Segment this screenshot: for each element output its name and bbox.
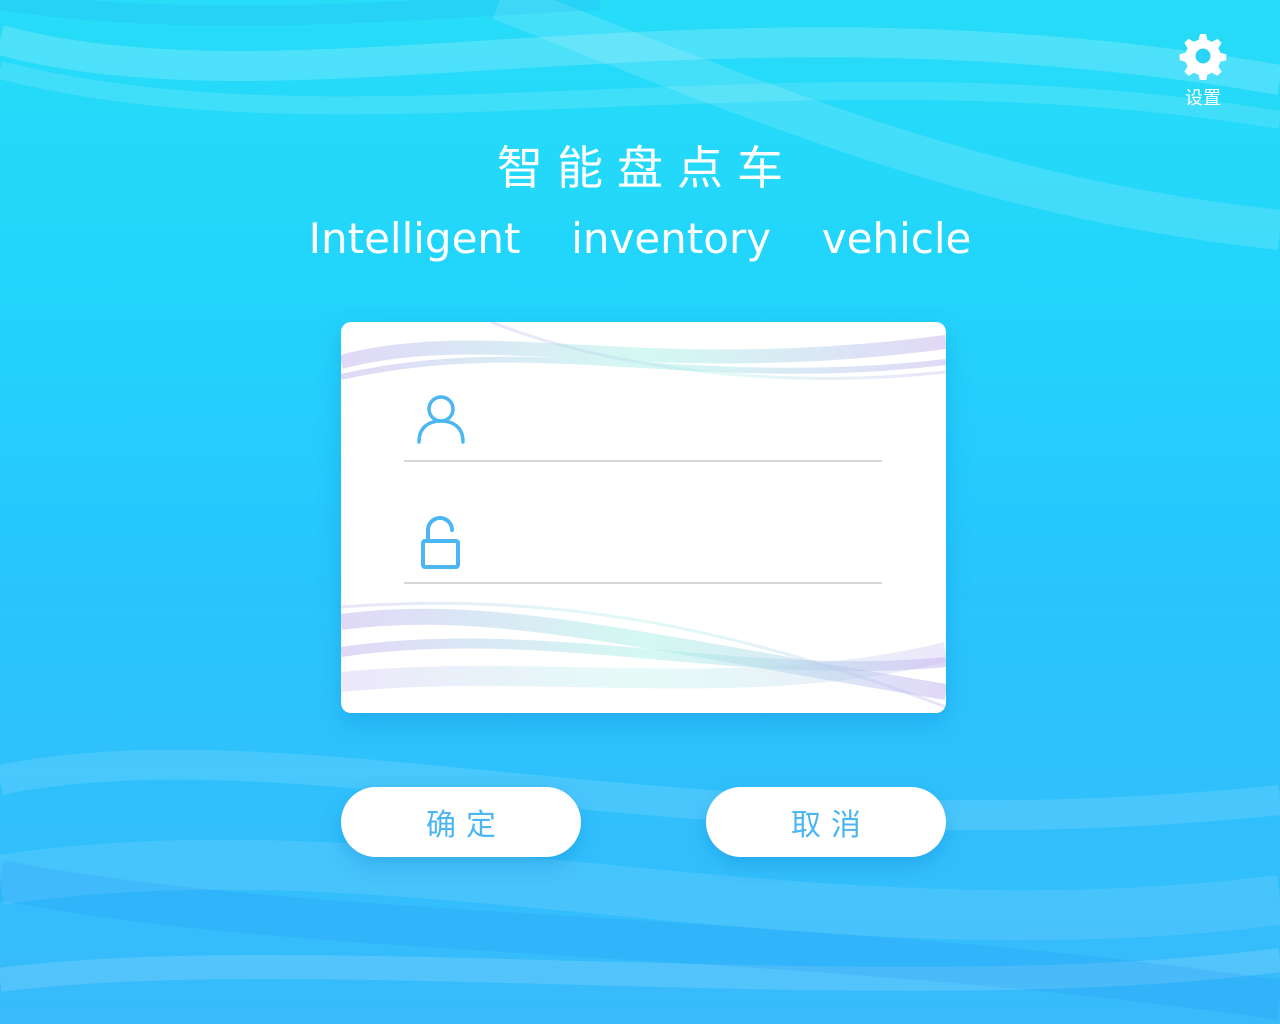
settings-button[interactable]: 设置 bbox=[1172, 32, 1234, 110]
settings-label: 设置 bbox=[1185, 88, 1221, 109]
confirm-button[interactable]: 确定 bbox=[341, 787, 581, 857]
username-input[interactable] bbox=[494, 398, 878, 446]
app-subtitle: Intelligent inventory vehicle bbox=[308, 214, 972, 263]
app-title: 智能盘点车 bbox=[497, 141, 797, 195]
user-icon bbox=[416, 394, 466, 450]
password-field bbox=[404, 506, 882, 584]
password-input[interactable] bbox=[494, 520, 878, 568]
gear-icon bbox=[1172, 32, 1234, 80]
username-field bbox=[404, 384, 882, 462]
unlock-icon bbox=[416, 516, 466, 576]
cancel-button[interactable]: 取消 bbox=[706, 787, 946, 857]
login-card bbox=[341, 322, 946, 713]
